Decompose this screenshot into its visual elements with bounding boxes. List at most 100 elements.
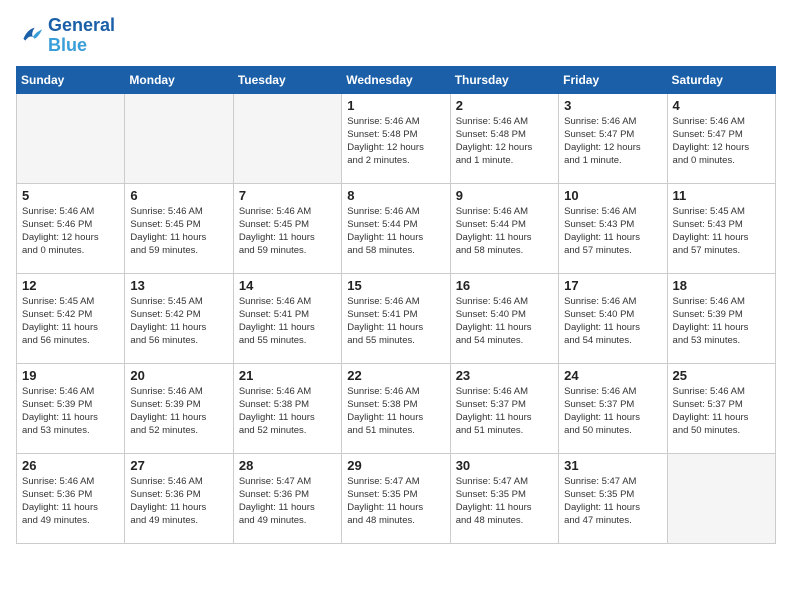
calendar-cell: 23 Sunrise: 5:46 AM Sunset: 5:37 PM Dayli… <box>450 363 558 453</box>
calendar-cell <box>17 93 125 183</box>
week-row-5: 26 Sunrise: 5:46 AM Sunset: 5:36 PM Dayli… <box>17 453 776 543</box>
day-number: 6 <box>130 188 227 203</box>
day-info: Sunrise: 5:46 AM Sunset: 5:47 PM Dayligh… <box>673 115 770 168</box>
day-number: 28 <box>239 458 336 473</box>
day-info: Sunrise: 5:46 AM Sunset: 5:37 PM Dayligh… <box>456 385 553 438</box>
weekday-header-monday: Monday <box>125 66 233 93</box>
day-number: 16 <box>456 278 553 293</box>
week-row-1: 1 Sunrise: 5:46 AM Sunset: 5:48 PM Daylig… <box>17 93 776 183</box>
calendar-cell: 6Sunrise: 5:46 AM Sunset: 5:45 PM Daylig… <box>125 183 233 273</box>
calendar-cell: 3Sunrise: 5:46 AM Sunset: 5:47 PM Daylig… <box>559 93 667 183</box>
calendar-cell: 19 Sunrise: 5:46 AM Sunset: 5:39 PM Dayli… <box>17 363 125 453</box>
day-info: Sunrise: 5:45 AM Sunset: 5:42 PM Dayligh… <box>22 295 119 348</box>
calendar-cell: 12 Sunrise: 5:45 AM Sunset: 5:42 PM Dayli… <box>17 273 125 363</box>
day-number: 18 <box>673 278 770 293</box>
calendar-cell: 9 Sunrise: 5:46 AM Sunset: 5:44 PM Daylig… <box>450 183 558 273</box>
day-number: 14 <box>239 278 336 293</box>
day-info: Sunrise: 5:46 AM Sunset: 5:41 PM Dayligh… <box>347 295 444 348</box>
calendar-cell: 24 Sunrise: 5:46 AM Sunset: 5:37 PM Dayli… <box>559 363 667 453</box>
calendar-cell: 20Sunrise: 5:46 AM Sunset: 5:39 PM Dayli… <box>125 363 233 453</box>
day-number: 31 <box>564 458 661 473</box>
weekday-header-tuesday: Tuesday <box>233 66 341 93</box>
day-info: Sunrise: 5:47 AM Sunset: 5:36 PM Dayligh… <box>239 475 336 528</box>
day-info: Sunrise: 5:46 AM Sunset: 5:48 PM Dayligh… <box>347 115 444 168</box>
day-info: Sunrise: 5:46 AM Sunset: 5:41 PM Dayligh… <box>239 295 336 348</box>
calendar-cell: 25Sunrise: 5:46 AM Sunset: 5:37 PM Dayli… <box>667 363 775 453</box>
week-row-3: 12 Sunrise: 5:45 AM Sunset: 5:42 PM Dayli… <box>17 273 776 363</box>
day-number: 23 <box>456 368 553 383</box>
calendar-cell: 5Sunrise: 5:46 AM Sunset: 5:46 PM Daylig… <box>17 183 125 273</box>
calendar-cell: 14 Sunrise: 5:46 AM Sunset: 5:41 PM Dayli… <box>233 273 341 363</box>
day-info: Sunrise: 5:47 AM Sunset: 5:35 PM Dayligh… <box>564 475 661 528</box>
day-info: Sunrise: 5:46 AM Sunset: 5:44 PM Dayligh… <box>347 205 444 258</box>
day-info: Sunrise: 5:46 AM Sunset: 5:40 PM Dayligh… <box>456 295 553 348</box>
calendar-cell: 31 Sunrise: 5:47 AM Sunset: 5:35 PM Dayli… <box>559 453 667 543</box>
calendar-cell: 27 Sunrise: 5:46 AM Sunset: 5:36 PM Dayli… <box>125 453 233 543</box>
calendar-cell: 16 Sunrise: 5:46 AM Sunset: 5:40 PM Dayli… <box>450 273 558 363</box>
week-row-2: 5Sunrise: 5:46 AM Sunset: 5:46 PM Daylig… <box>17 183 776 273</box>
day-number: 30 <box>456 458 553 473</box>
page-header: General Blue <box>16 16 776 56</box>
day-number: 4 <box>673 98 770 113</box>
day-number: 11 <box>673 188 770 203</box>
day-number: 24 <box>564 368 661 383</box>
day-info: Sunrise: 5:46 AM Sunset: 5:37 PM Dayligh… <box>564 385 661 438</box>
day-number: 7 <box>239 188 336 203</box>
day-info: Sunrise: 5:46 AM Sunset: 5:39 PM Dayligh… <box>22 385 119 438</box>
day-info: Sunrise: 5:46 AM Sunset: 5:39 PM Dayligh… <box>673 295 770 348</box>
day-info: Sunrise: 5:45 AM Sunset: 5:42 PM Dayligh… <box>130 295 227 348</box>
week-row-4: 19 Sunrise: 5:46 AM Sunset: 5:39 PM Dayli… <box>17 363 776 453</box>
logo: General Blue <box>16 16 115 56</box>
calendar-cell: 8Sunrise: 5:46 AM Sunset: 5:44 PM Daylig… <box>342 183 450 273</box>
calendar-cell: 15 Sunrise: 5:46 AM Sunset: 5:41 PM Dayli… <box>342 273 450 363</box>
day-info: Sunrise: 5:46 AM Sunset: 5:36 PM Dayligh… <box>22 475 119 528</box>
day-number: 26 <box>22 458 119 473</box>
weekday-header-saturday: Saturday <box>667 66 775 93</box>
day-number: 29 <box>347 458 444 473</box>
day-number: 27 <box>130 458 227 473</box>
day-number: 22 <box>347 368 444 383</box>
calendar-cell: 17Sunrise: 5:46 AM Sunset: 5:40 PM Dayli… <box>559 273 667 363</box>
day-number: 20 <box>130 368 227 383</box>
day-info: Sunrise: 5:46 AM Sunset: 5:48 PM Dayligh… <box>456 115 553 168</box>
day-number: 13 <box>130 278 227 293</box>
calendar-table: SundayMondayTuesdayWednesdayThursdayFrid… <box>16 66 776 544</box>
calendar-cell <box>125 93 233 183</box>
day-info: Sunrise: 5:46 AM Sunset: 5:43 PM Dayligh… <box>564 205 661 258</box>
day-info: Sunrise: 5:46 AM Sunset: 5:47 PM Dayligh… <box>564 115 661 168</box>
calendar-cell: 18 Sunrise: 5:46 AM Sunset: 5:39 PM Dayli… <box>667 273 775 363</box>
calendar-cell: 28 Sunrise: 5:47 AM Sunset: 5:36 PM Dayli… <box>233 453 341 543</box>
day-info: Sunrise: 5:46 AM Sunset: 5:45 PM Dayligh… <box>239 205 336 258</box>
weekday-header-sunday: Sunday <box>17 66 125 93</box>
day-number: 19 <box>22 368 119 383</box>
day-info: Sunrise: 5:46 AM Sunset: 5:38 PM Dayligh… <box>347 385 444 438</box>
calendar-cell: 29Sunrise: 5:47 AM Sunset: 5:35 PM Dayli… <box>342 453 450 543</box>
calendar-cell: 11 Sunrise: 5:45 AM Sunset: 5:43 PM Dayli… <box>667 183 775 273</box>
calendar-cell: 10 Sunrise: 5:46 AM Sunset: 5:43 PM Dayli… <box>559 183 667 273</box>
day-number: 9 <box>456 188 553 203</box>
weekday-header-row: SundayMondayTuesdayWednesdayThursdayFrid… <box>17 66 776 93</box>
calendar-cell: 30Sunrise: 5:47 AM Sunset: 5:35 PM Dayli… <box>450 453 558 543</box>
day-number: 1 <box>347 98 444 113</box>
day-info: Sunrise: 5:46 AM Sunset: 5:46 PM Dayligh… <box>22 205 119 258</box>
calendar-cell: 26 Sunrise: 5:46 AM Sunset: 5:36 PM Dayli… <box>17 453 125 543</box>
day-number: 2 <box>456 98 553 113</box>
calendar-cell: 2 Sunrise: 5:46 AM Sunset: 5:48 PM Daylig… <box>450 93 558 183</box>
day-number: 15 <box>347 278 444 293</box>
day-info: Sunrise: 5:46 AM Sunset: 5:36 PM Dayligh… <box>130 475 227 528</box>
calendar-cell: 13 Sunrise: 5:45 AM Sunset: 5:42 PM Dayli… <box>125 273 233 363</box>
calendar-cell <box>667 453 775 543</box>
weekday-header-thursday: Thursday <box>450 66 558 93</box>
calendar-cell: 1 Sunrise: 5:46 AM Sunset: 5:48 PM Daylig… <box>342 93 450 183</box>
calendar-cell: 7 Sunrise: 5:46 AM Sunset: 5:45 PM Daylig… <box>233 183 341 273</box>
day-number: 17 <box>564 278 661 293</box>
day-number: 25 <box>673 368 770 383</box>
day-number: 12 <box>22 278 119 293</box>
day-info: Sunrise: 5:45 AM Sunset: 5:43 PM Dayligh… <box>673 205 770 258</box>
day-number: 10 <box>564 188 661 203</box>
day-info: Sunrise: 5:46 AM Sunset: 5:38 PM Dayligh… <box>239 385 336 438</box>
logo-text: General Blue <box>48 16 115 56</box>
day-info: Sunrise: 5:46 AM Sunset: 5:44 PM Dayligh… <box>456 205 553 258</box>
day-number: 21 <box>239 368 336 383</box>
weekday-header-friday: Friday <box>559 66 667 93</box>
